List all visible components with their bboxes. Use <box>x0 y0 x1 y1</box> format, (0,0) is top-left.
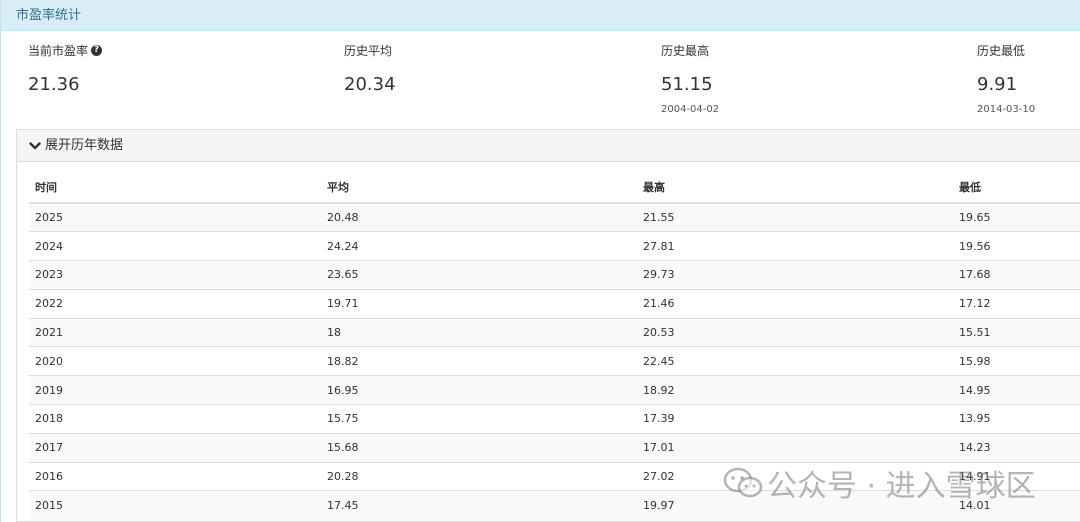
table-row: 2024 24.24 27.81 19.56 <box>29 231 1080 261</box>
cell-high: 18.92 <box>637 375 953 405</box>
cell-average: 17.45 <box>321 490 637 520</box>
cell-year: 2021 <box>29 317 321 347</box>
cell-average: 15.68 <box>321 432 637 463</box>
cell-year: 2020 <box>29 346 321 376</box>
cell-year: 2018 <box>29 404 321 434</box>
stats-row: 当前市盈率 ? 21.36 历史平均 20.34 历史最高 51.15 2004… <box>1 31 1080 129</box>
table-header-row: 时间 平均 最高 最低 <box>29 172 1080 204</box>
cell-low: 19.56 <box>953 231 1080 261</box>
chevron-down-icon <box>29 141 41 149</box>
cell-low: 15.98 <box>953 346 1080 376</box>
cell-high: 20.53 <box>637 317 953 347</box>
watermark-text: 公众号 · 进入雪球区 <box>767 469 1036 504</box>
cell-average: 18.82 <box>321 346 637 376</box>
table-row: 2022 19.71 21.46 17.12 <box>29 288 1080 319</box>
stat-label: 当前市盈率 <box>28 44 89 58</box>
stat-label: 历史最高 <box>661 44 710 58</box>
table-row: 2019 16.95 18.92 14.95 <box>29 375 1080 405</box>
table-row: 2025 20.48 21.55 19.65 <box>29 202 1080 232</box>
cell-average: 20.48 <box>321 202 637 232</box>
table-row: 2023 23.65 29.73 17.68 <box>29 260 1080 290</box>
cell-high: 29.73 <box>637 260 953 290</box>
cell-year: 2015 <box>29 490 321 520</box>
cell-average: 16.95 <box>321 375 637 405</box>
stat-date: 2004-04-02 <box>661 104 720 115</box>
stat-label: 历史最低 <box>977 44 1026 58</box>
cell-year: 2023 <box>29 260 321 290</box>
cell-low: 17.68 <box>953 260 1080 290</box>
cell-low: 14.95 <box>953 375 1080 405</box>
cell-year: 2017 <box>29 432 321 463</box>
col-header-low: 最低 <box>953 172 1080 204</box>
pe-stats-panel: 市盈率统计 当前市盈率 ? 21.36 历史平均 20.34 历史最高 51.1… <box>0 0 1080 522</box>
wechat-icon <box>723 467 763 498</box>
cell-low: 13.95 <box>953 404 1080 434</box>
table-row: 2020 18.82 22.45 15.98 <box>29 346 1080 376</box>
stat-label: 历史平均 <box>344 44 393 58</box>
watermark: 公众号 · 进入雪球区 <box>723 458 1036 508</box>
stat-value: 20.34 <box>344 74 396 95</box>
cell-year: 2024 <box>29 231 321 261</box>
cell-high: 21.55 <box>637 202 953 232</box>
cell-average: 18 <box>321 317 637 347</box>
stat-value: 51.15 <box>661 74 713 95</box>
col-header-year: 时间 <box>29 172 321 204</box>
cell-average: 23.65 <box>321 260 637 290</box>
cell-year: 2022 <box>29 288 321 319</box>
cell-high: 21.46 <box>637 288 953 319</box>
table-row: 2021 18 20.53 15.51 <box>29 317 1080 347</box>
cell-low: 19.65 <box>953 202 1080 232</box>
cell-low: 15.51 <box>953 317 1080 347</box>
question-icon[interactable]: ? <box>91 45 103 56</box>
table-row: 2018 15.75 17.39 13.95 <box>29 404 1080 434</box>
panel-title: 市盈率统计 <box>1 0 1080 31</box>
cell-year: 2016 <box>29 461 321 491</box>
cell-high: 17.39 <box>637 404 953 434</box>
cell-average: 24.24 <box>321 231 637 261</box>
cell-average: 20.28 <box>321 461 637 491</box>
cell-high: 22.45 <box>637 346 953 376</box>
col-header-average: 平均 <box>321 172 637 204</box>
cell-average: 15.75 <box>321 404 637 434</box>
stat-value: 21.36 <box>28 74 80 95</box>
cell-average: 19.71 <box>321 288 637 319</box>
expand-history-toggle[interactable]: 展开历年数据 <box>17 130 1080 162</box>
expand-label: 展开历年数据 <box>45 137 124 153</box>
col-header-high: 最高 <box>637 172 953 204</box>
cell-low: 17.12 <box>953 288 1080 319</box>
cell-year: 2019 <box>29 375 321 405</box>
stat-value: 9.91 <box>977 74 1018 95</box>
stat-date: 2014-03-10 <box>977 104 1036 115</box>
cell-high: 27.81 <box>637 231 953 261</box>
cell-year: 2025 <box>29 202 321 232</box>
